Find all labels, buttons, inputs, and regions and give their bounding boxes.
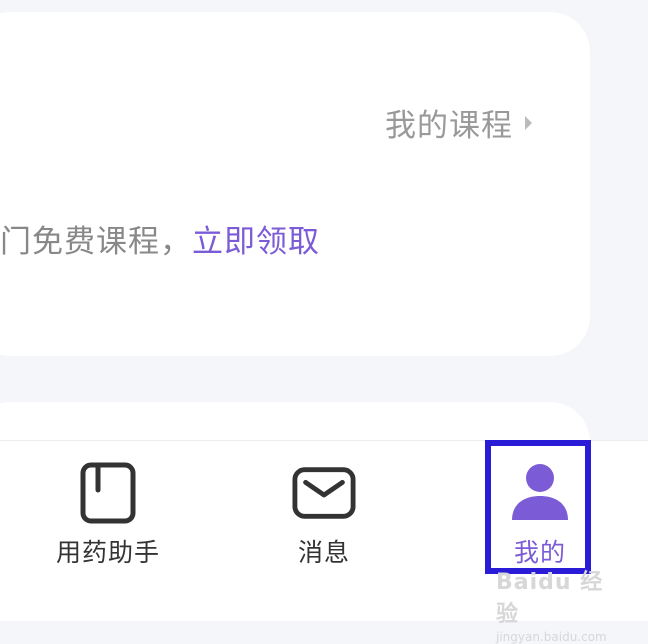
watermark-brand: Baidu 经验 — [496, 570, 604, 627]
tab-messages[interactable]: 消息 — [224, 441, 424, 581]
tab-label: 消息 — [297, 538, 350, 567]
chevron-right-icon — [525, 115, 532, 130]
tab-label: 用药助手 — [55, 538, 160, 567]
my-courses-label: 我的课程 — [385, 108, 513, 144]
medicine-box-icon — [76, 461, 140, 525]
tab-medication-assistant[interactable]: 用药助手 — [8, 441, 208, 581]
claim-now-link[interactable]: 立即领取 — [192, 224, 320, 260]
free-course-promo: 门免费课程，立即领取 — [0, 216, 320, 261]
baidu-jingyan-watermark: Baidu 经验 jingyan.baidu.com — [496, 564, 616, 644]
promo-text: 门免费课程， — [0, 224, 192, 260]
envelope-icon — [292, 461, 356, 525]
highlight-annotation-box — [485, 440, 591, 574]
watermark-url: jingyan.baidu.com — [496, 630, 607, 644]
course-card: 我的课程 门免费课程，立即领取 — [0, 12, 590, 356]
my-courses-link[interactable]: 我的课程 — [385, 100, 532, 145]
